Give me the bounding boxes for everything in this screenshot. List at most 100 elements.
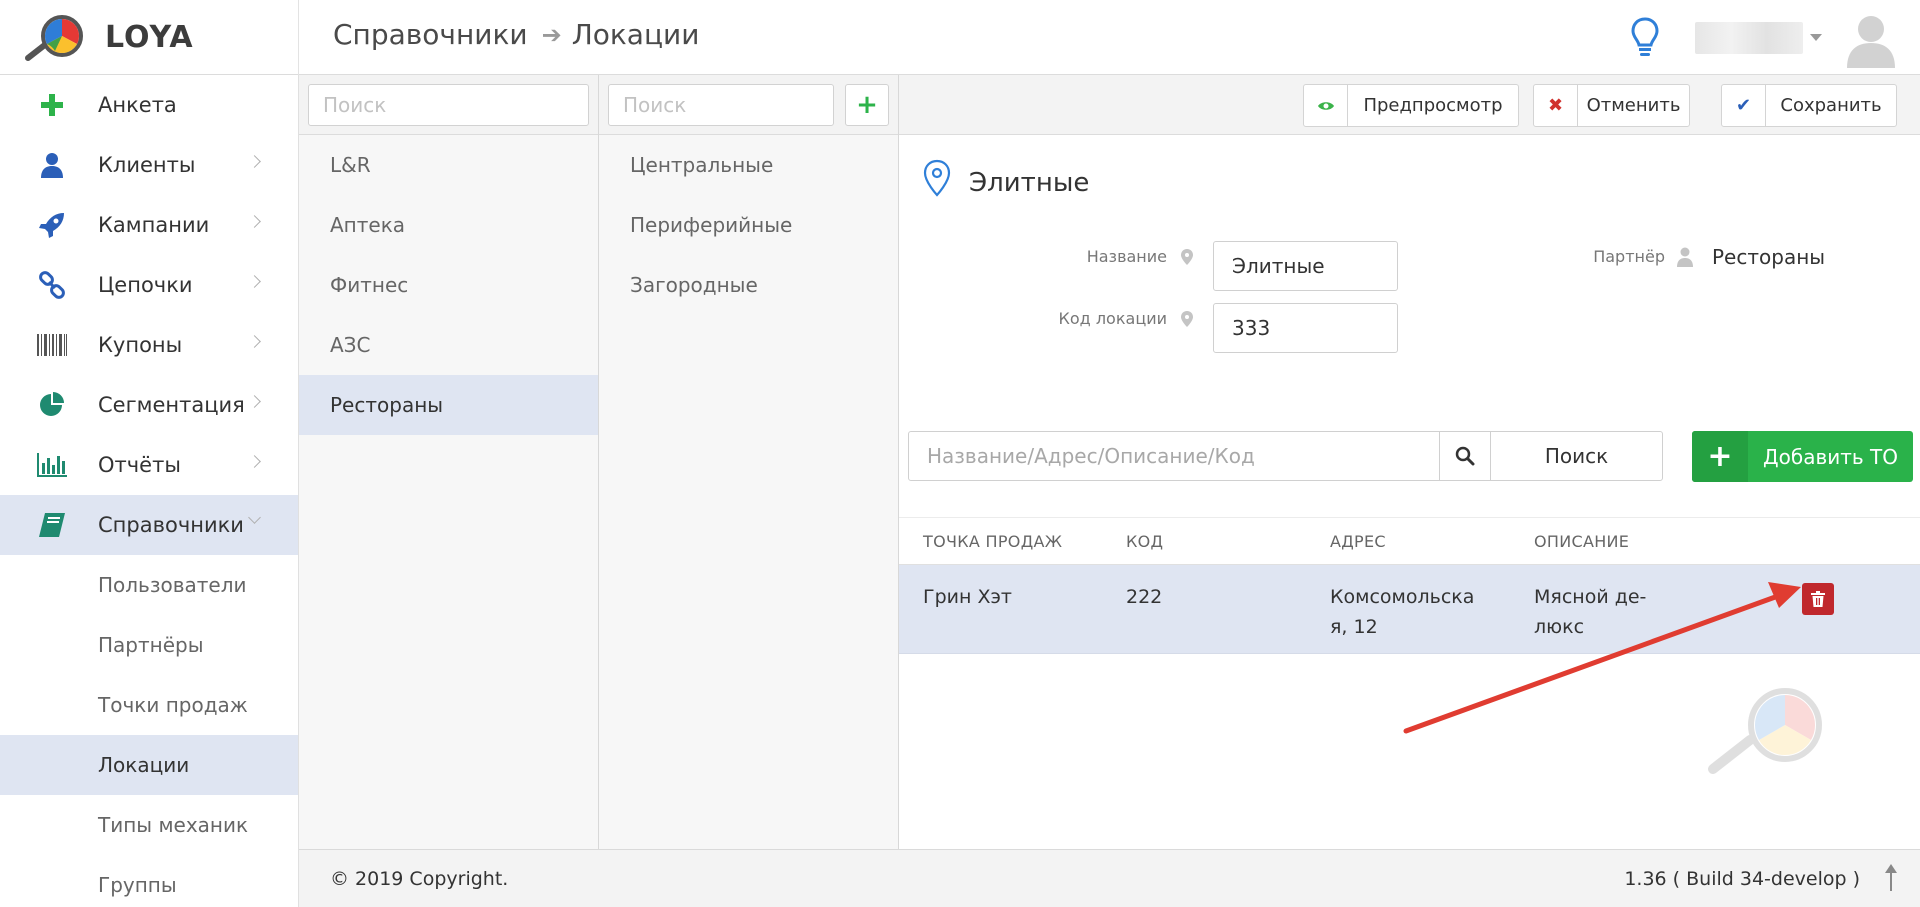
partner-list-item-selected[interactable]: Рестораны xyxy=(299,375,598,435)
column-header[interactable]: АДРЕС xyxy=(1330,532,1386,551)
sidebar-subitem-mechanic-types[interactable]: Типы механик xyxy=(0,795,298,855)
sidebar-subitem-locations[interactable]: Локации xyxy=(0,735,298,795)
add-sales-point-label: Добавить ТО xyxy=(1763,444,1898,469)
sidebar-item-label: Кампании xyxy=(98,213,210,237)
partner-search-row xyxy=(299,75,598,135)
sidebar-subitem-users[interactable]: Пользователи xyxy=(0,555,298,615)
column-header[interactable]: ТОЧКА ПРОДАЖ xyxy=(923,532,1062,551)
breadcrumb-current: Локации xyxy=(571,18,700,51)
partner-list-item[interactable]: Аптека xyxy=(299,195,598,255)
sidebar-item-label: Купоны xyxy=(98,333,183,357)
location-list-column: + Центральные Периферийные Загородные xyxy=(599,75,899,849)
sales-point-search-input[interactable] xyxy=(908,431,1440,481)
sidebar-item-label: Справочники xyxy=(98,513,244,537)
logo-text: LOYA xyxy=(105,20,194,55)
partner-search-input[interactable] xyxy=(308,84,589,126)
save-label: Сохранить xyxy=(1780,95,1882,116)
location-list-item[interactable]: Периферийные xyxy=(599,195,898,255)
chain-icon xyxy=(36,271,68,299)
sales-point-search-button[interactable]: Поиск xyxy=(1490,431,1663,481)
location-title: Элитные xyxy=(969,168,1090,198)
book-icon xyxy=(36,511,68,539)
sidebar-item-clients[interactable]: Клиенты xyxy=(0,135,298,195)
sidebar-item-chains[interactable]: Цепочки xyxy=(0,255,298,315)
sidebar-subitem-partners[interactable]: Партнёры xyxy=(0,615,298,675)
user-icon xyxy=(1677,247,1693,267)
avatar[interactable] xyxy=(1843,10,1899,68)
sidebar-item-campaigns[interactable]: Кампании xyxy=(0,195,298,255)
cell-address-line: Комсомольска xyxy=(1330,586,1475,608)
sidebar-item-label: Клиенты xyxy=(98,153,196,177)
chevron-right-icon xyxy=(248,395,261,408)
chevron-right-icon xyxy=(248,455,261,468)
chevron-right-icon xyxy=(248,215,261,228)
top-header: LOYA Справочники ➔ Локации xyxy=(0,0,1920,75)
add-sales-point-button[interactable]: + Добавить ТО xyxy=(1692,431,1913,482)
preview-button[interactable]: Предпросмотр xyxy=(1303,84,1519,127)
sidebar-subitem-points-of-sale[interactable]: Точки продаж xyxy=(0,675,298,735)
location-list-item[interactable]: Загородные xyxy=(599,255,898,315)
partner-label: Партнёр xyxy=(1593,247,1665,266)
location-search-input[interactable] xyxy=(608,84,834,126)
chevron-right-icon xyxy=(248,275,261,288)
plus-icon xyxy=(36,91,68,119)
map-pin-icon xyxy=(1181,249,1193,265)
cell-description: Мясной де- люкс xyxy=(1534,582,1646,642)
close-icon: ✖ xyxy=(1534,85,1578,126)
toolbar: Предпросмотр ✖ Отменить ✔ Сохранить xyxy=(899,75,1920,135)
sidebar-item-coupons[interactable]: Купоны xyxy=(0,315,298,375)
checkmark-icon: ✔ xyxy=(1722,85,1766,126)
add-location-button[interactable]: + xyxy=(845,84,889,126)
column-header[interactable]: КОД xyxy=(1126,532,1163,551)
sidebar-item-reports[interactable]: Отчёты xyxy=(0,435,298,495)
table-header: ТОЧКА ПРОДАЖ КОД АДРЕС ОПИСАНИЕ xyxy=(899,517,1920,565)
plus-icon: + xyxy=(1692,431,1748,482)
user-name-blurred[interactable] xyxy=(1695,22,1803,54)
sidebar-subitem-groups[interactable]: Группы xyxy=(0,855,298,907)
sidebar-item-anketa[interactable]: Анкета xyxy=(0,75,298,135)
location-list-item[interactable]: Центральные xyxy=(599,135,898,195)
barcode-icon xyxy=(36,331,68,359)
chevron-down-icon[interactable] xyxy=(1810,34,1822,41)
cancel-button[interactable]: ✖ Отменить xyxy=(1533,84,1690,127)
breadcrumb: Справочники ➔ Локации xyxy=(333,18,699,51)
delete-button[interactable] xyxy=(1802,583,1834,615)
sales-points-table: ТОЧКА ПРОДАЖ КОД АДРЕС ОПИСАНИЕ Грин Хэт… xyxy=(899,517,1920,654)
lightbulb-icon[interactable] xyxy=(1630,16,1660,58)
loya-watermark-icon xyxy=(1708,688,1822,774)
chevron-right-icon xyxy=(248,155,261,168)
arrow-up-icon[interactable] xyxy=(1884,864,1898,892)
brand[interactable]: LOYA xyxy=(0,0,299,75)
pie-chart-icon xyxy=(36,391,68,419)
cell-code: 222 xyxy=(1126,586,1163,608)
search-icon[interactable] xyxy=(1439,431,1491,481)
rocket-icon xyxy=(36,211,68,239)
table-row[interactable]: Грин Хэт 222 Комсомольска я, 12 Мясной д… xyxy=(899,565,1920,654)
bar-chart-icon xyxy=(36,451,68,479)
location-name-input[interactable] xyxy=(1213,241,1398,291)
location-code-label: Код локации xyxy=(1058,309,1167,328)
map-pin-icon xyxy=(923,159,951,197)
chevron-right-icon xyxy=(248,335,261,348)
sidebar-item-label: Сегментация xyxy=(98,393,245,417)
partner-list-item[interactable]: Фитнес xyxy=(299,255,598,315)
cell-address: Комсомольска я, 12 xyxy=(1330,582,1474,642)
partner-list-item[interactable]: АЗС xyxy=(299,315,598,375)
trash-icon xyxy=(1811,591,1825,607)
sidebar-item-references[interactable]: Справочники xyxy=(0,495,298,555)
partner-list-item[interactable]: L&R xyxy=(299,135,598,195)
footer: © 2019 Copyright. 1.36 ( Build 34-develo… xyxy=(299,849,1920,907)
save-button[interactable]: ✔ Сохранить xyxy=(1721,84,1897,127)
location-code-input[interactable] xyxy=(1213,303,1398,353)
cancel-label: Отменить xyxy=(1586,95,1681,116)
map-pin-icon xyxy=(1181,311,1193,327)
user-icon xyxy=(36,151,68,179)
sidebar-item-segmentation[interactable]: Сегментация xyxy=(0,375,298,435)
column-header[interactable]: ОПИСАНИЕ xyxy=(1534,532,1629,551)
breadcrumb-parent[interactable]: Справочники xyxy=(333,18,528,51)
version-info: 1.36 ( Build 34-develop ) xyxy=(1624,868,1860,890)
arrow-right-icon: ➔ xyxy=(541,20,562,49)
chevron-down-icon xyxy=(248,511,261,524)
name-label: Название xyxy=(1086,247,1167,266)
copyright: © 2019 Copyright. xyxy=(330,868,509,890)
